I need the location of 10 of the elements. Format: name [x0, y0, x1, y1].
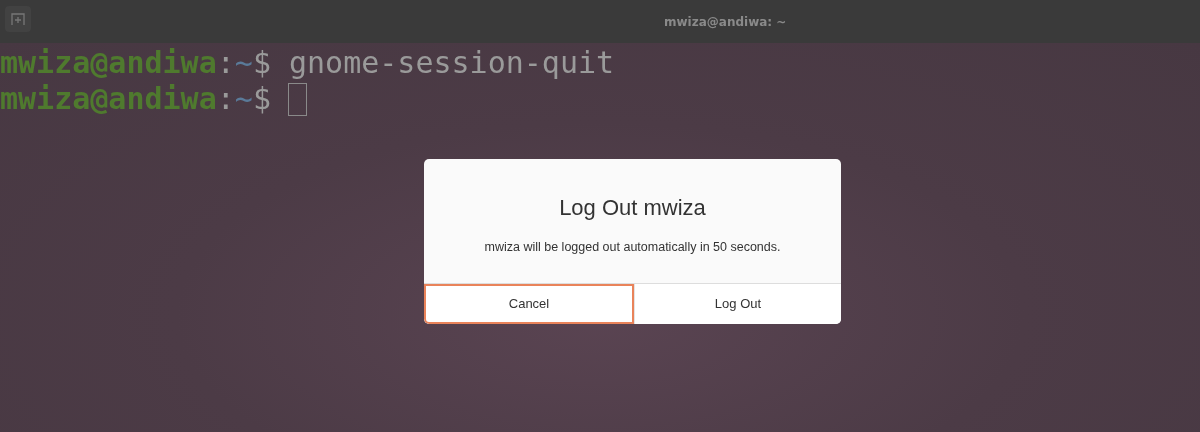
terminal-line: mwiza@andiwa:~$	[0, 81, 271, 117]
dialog-title: Log Out mwiza	[558, 194, 707, 222]
dialog-button[interactable]: Cancel	[424, 283, 634, 324]
terminal-line: mwiza@andiwa:~$ gnome-session-quit	[0, 45, 615, 81]
cursor	[287, 82, 307, 116]
dialog-message: mwiza will be logged out automatically in 50 seconds.	[483, 239, 782, 256]
window-title: mwiza@andiwa: ~	[664, 14, 787, 31]
new-tab-button[interactable]	[5, 6, 31, 32]
new-tab-icon	[11, 12, 25, 26]
dialog-button[interactable]: Log Out	[634, 283, 841, 324]
